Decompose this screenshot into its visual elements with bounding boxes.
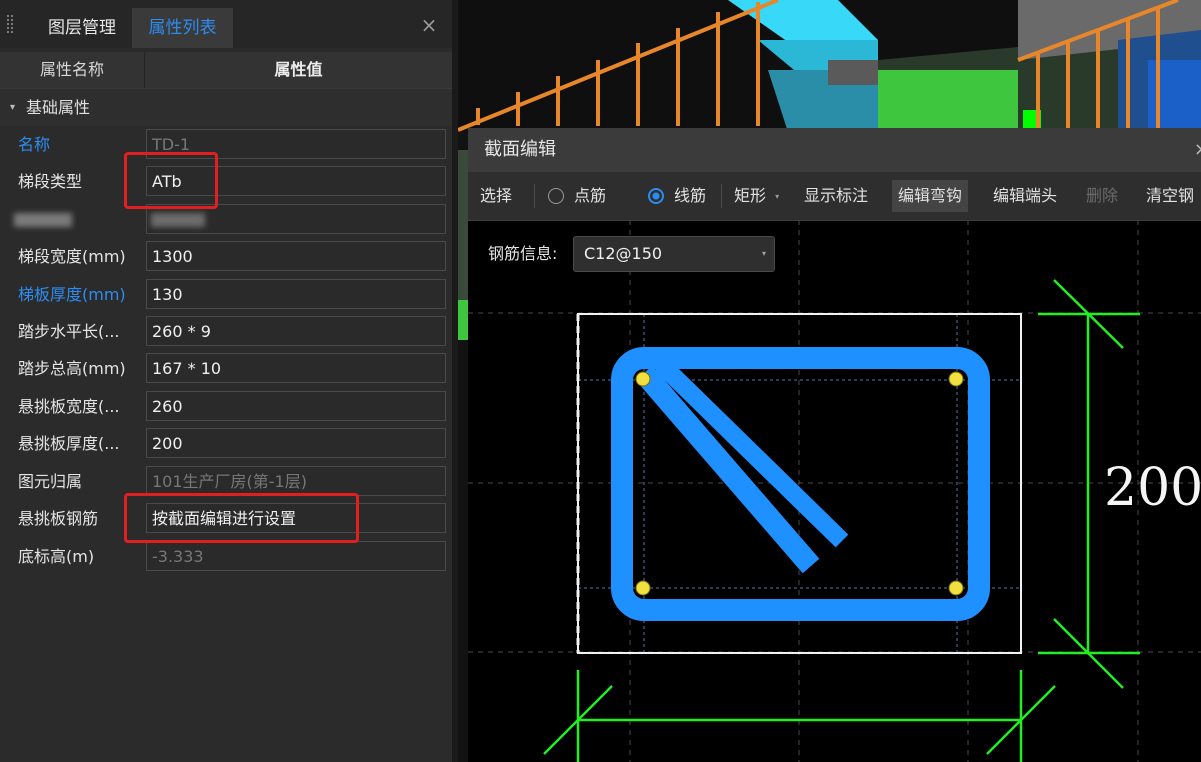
property-row: 底标高(m) -3.333	[0, 538, 452, 575]
section-canvas[interactable]: 200	[468, 220, 1201, 762]
rebar-info-select[interactable]: C12@150 ▾	[573, 236, 775, 272]
line-rebar-label: 线筋	[674, 186, 707, 205]
edit-hook-button[interactable]: 编辑弯钩	[892, 180, 969, 212]
collapse-caret-icon[interactable]: ▾	[10, 89, 15, 126]
toolbar-divider	[534, 184, 535, 208]
property-row: 名称 TD-1	[0, 126, 452, 163]
property-name: 梯段宽度(mm)	[18, 247, 126, 266]
show-dimensions-button[interactable]: 显示标注	[804, 180, 868, 212]
property-name: 底标高(m)	[18, 547, 95, 566]
property-name: 图元归属	[18, 472, 83, 491]
clear-rebar-button[interactable]: 清空钢	[1146, 180, 1194, 212]
tab-layer-management[interactable]: 图层管理	[34, 8, 130, 48]
property-value-field[interactable]: -3.333	[146, 541, 446, 571]
obscured-text	[151, 213, 205, 227]
edit-end-button[interactable]: 编辑端头	[993, 180, 1057, 212]
hook-leg-1	[635, 365, 820, 574]
property-row: 梯段类型 ATb	[0, 163, 452, 200]
property-value-field[interactable]: 130	[146, 279, 446, 309]
chevron-down-icon: ▾	[761, 249, 766, 258]
property-name: 踏步水平长(...	[18, 322, 120, 341]
property-row	[0, 201, 452, 238]
property-value-field[interactable]: 1300	[146, 241, 446, 271]
property-name: 悬挑板钢筋	[18, 509, 99, 528]
radio-off-icon[interactable]	[548, 188, 564, 204]
group-basic-properties[interactable]: ▾ 基础属性	[0, 88, 452, 126]
point-rebar-label: 点筋	[574, 186, 607, 205]
section-edit-dialog: 截面编辑 × 选择 点筋 线筋 矩形 ▾ 显示标注 编辑弯钩 编辑端头 删除 清…	[468, 128, 1201, 762]
property-name: 悬挑板厚度(...	[18, 434, 120, 453]
highlight-box-stair-type	[124, 152, 218, 209]
rectangle-dropdown[interactable]: 矩形 ▾	[734, 180, 779, 212]
property-row: 踏步总高(mm) 167 * 10	[0, 350, 452, 387]
tab-property-list[interactable]: 属性列表	[132, 8, 233, 48]
property-name: 梯板厚度(mm)	[18, 285, 126, 304]
rebar-info-label: 钢筋信息:	[488, 244, 558, 263]
group-label: 基础属性	[26, 98, 91, 117]
panel-tabbar: 图层管理 属性列表 ×	[0, 0, 452, 48]
property-panel: 图层管理 属性列表 × 属性名称 属性值 ▾ 基础属性 名称 TD-1 梯段类型 AT…	[0, 0, 452, 762]
dialog-close-icon[interactable]: ×	[1194, 128, 1201, 172]
dialog-toolbar: 选择 点筋 线筋 矩形 ▾ 显示标注 编辑弯钩 编辑端头 删除 清空钢	[468, 172, 1201, 221]
dimension-label: 200	[1104, 458, 1201, 518]
delete-button[interactable]: 删除	[1086, 180, 1118, 212]
rebar-info-value: C12@150	[584, 244, 663, 263]
property-value-field[interactable]: 260	[146, 391, 446, 421]
toolbar-divider	[721, 184, 722, 208]
chevron-down-icon: ▾	[775, 191, 780, 201]
property-value-field[interactable]: 260 * 9	[146, 316, 446, 346]
property-row: 悬挑板宽度(... 260	[0, 388, 452, 425]
property-value-field[interactable]: 167 * 10	[146, 353, 446, 383]
dialog-title-bar[interactable]: 截面编辑 ×	[468, 128, 1201, 172]
dialog-title: 截面编辑	[484, 139, 556, 160]
select-button[interactable]: 选择	[480, 180, 512, 212]
close-icon[interactable]: ×	[418, 14, 440, 36]
property-table-header: 属性名称 属性值	[0, 52, 452, 88]
rectangle-label: 矩形	[734, 186, 767, 205]
column-header-value: 属性值	[274, 60, 323, 79]
property-row: 梯段宽度(mm) 1300	[0, 238, 452, 275]
column-header-name: 属性名称	[0, 52, 145, 88]
property-name: 名称	[18, 135, 51, 154]
property-row: 梯板厚度(mm) 130	[0, 276, 452, 313]
highlight-box-cantilever-rebar	[124, 493, 359, 543]
hook-leg-2	[654, 357, 849, 548]
property-row: 踏步水平长(... 260 * 9	[0, 313, 452, 350]
property-value-field[interactable]: 101生产厂房(第-1层)	[146, 466, 446, 496]
drag-handle-icon[interactable]	[6, 14, 14, 34]
property-name: 梯段类型	[18, 172, 83, 191]
radio-on-icon[interactable]	[648, 188, 664, 204]
property-name: 踏步总高(mm)	[18, 359, 126, 378]
obscured-text	[14, 213, 72, 227]
property-value-field[interactable]: 200	[146, 428, 446, 458]
property-row: 悬挑板厚度(... 200	[0, 425, 452, 462]
property-name: 悬挑板宽度(...	[18, 397, 120, 416]
